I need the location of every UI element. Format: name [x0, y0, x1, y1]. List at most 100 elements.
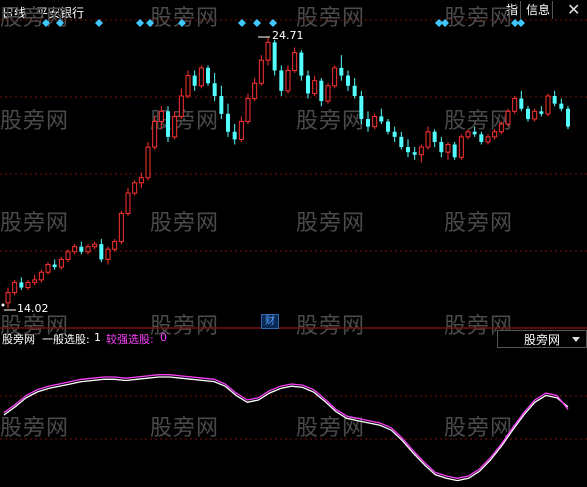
candle-down — [279, 70, 284, 91]
candle-down — [452, 144, 457, 158]
candle-down — [352, 85, 357, 96]
candle-up — [505, 110, 511, 125]
candle-up — [332, 67, 338, 87]
signal-diamond-icon — [238, 19, 246, 27]
candle-up — [258, 59, 264, 84]
candle-up — [138, 177, 144, 184]
candle-down — [379, 116, 384, 122]
candle-down — [166, 111, 170, 137]
candle-down — [306, 75, 310, 94]
candle-down — [566, 108, 570, 127]
candle-down — [346, 75, 350, 86]
candle-up — [45, 264, 51, 273]
candle-up — [532, 110, 538, 120]
candle-up — [292, 52, 298, 71]
candle-down — [192, 75, 197, 86]
signal-diamond-icon — [146, 19, 154, 27]
candle-down — [212, 83, 217, 96]
candle-up — [252, 82, 258, 100]
candle-up — [545, 95, 551, 115]
candle-down — [226, 113, 230, 132]
candle-up — [38, 271, 44, 281]
signal-diamond-icon — [56, 19, 64, 27]
line2-label: 较强选股: — [106, 333, 154, 346]
candle-down — [206, 67, 210, 84]
candle-up — [125, 192, 131, 214]
candle-down — [79, 246, 84, 252]
candle-down — [406, 147, 410, 153]
candle-up — [238, 121, 244, 140]
candle-down — [439, 141, 444, 153]
candle-up — [105, 248, 111, 260]
indicator-select[interactable]: 股旁网 — [497, 330, 587, 348]
candle-up — [245, 98, 251, 123]
candle-up — [112, 241, 118, 250]
candle-down — [432, 131, 437, 142]
candle-down — [272, 42, 277, 71]
candle-up — [492, 131, 498, 138]
indicator-select-value: 股旁网 — [524, 333, 561, 347]
candle-up — [25, 281, 31, 289]
indicator-name[interactable]: 股旁网 — [2, 331, 35, 347]
signal-markers — [42, 19, 525, 27]
candle-up — [65, 251, 71, 260]
candle-down — [339, 67, 344, 76]
candle-up — [178, 95, 184, 117]
finance-report-icon[interactable]: 财 — [261, 314, 279, 329]
candle-up — [58, 258, 64, 268]
signal-diamond-icon — [253, 19, 261, 27]
candle-down — [232, 131, 237, 140]
candle-down — [559, 103, 564, 109]
candle-up — [152, 121, 158, 148]
signal-diamond-icon — [441, 19, 449, 27]
candle-up — [5, 292, 11, 304]
candle-down — [552, 95, 557, 104]
signal-diamond-icon — [136, 19, 144, 27]
candle-up — [512, 98, 518, 112]
candle-up — [172, 115, 178, 138]
candle-up — [425, 131, 431, 148]
candle-up — [265, 41, 271, 61]
candle-down — [19, 282, 24, 288]
dot-marker — [1, 303, 5, 307]
candles-group — [5, 37, 570, 308]
chevron-down-icon — [572, 337, 580, 342]
candle-up — [12, 281, 18, 294]
indicator-chart[interactable] — [0, 349, 587, 487]
signal-diamond-icon — [42, 19, 50, 27]
candle-up — [92, 243, 98, 248]
candle-up — [132, 182, 138, 194]
candle-down — [519, 98, 524, 109]
candle-down — [392, 131, 397, 137]
candle-up — [285, 69, 291, 92]
line-strong-select — [3, 374, 569, 479]
candle-up — [325, 85, 331, 102]
line2-value: 0 — [160, 331, 167, 344]
candle-up — [118, 212, 124, 243]
candle-down — [299, 52, 304, 76]
line1-label: 一般选股: — [42, 333, 90, 346]
candle-down — [219, 95, 224, 114]
high-price-label: 24.71 — [272, 29, 304, 42]
candle-up — [465, 131, 471, 138]
candle-up — [458, 136, 464, 158]
candle-down — [52, 264, 57, 268]
candle-down — [99, 244, 104, 260]
candle-up — [185, 75, 191, 97]
signal-diamond-icon — [178, 19, 186, 27]
candlestick-chart[interactable] — [0, 0, 587, 330]
candle-up — [32, 279, 38, 283]
candle-down — [399, 136, 404, 148]
candle-up — [158, 110, 164, 123]
candle-up — [72, 246, 78, 253]
candle-down — [479, 134, 484, 142]
candle-up — [498, 123, 504, 133]
indicator-lines — [3, 374, 569, 482]
candle-up — [85, 246, 91, 253]
candle-down — [359, 95, 364, 119]
candle-down — [472, 131, 477, 135]
line1-value: 1 — [94, 331, 101, 344]
candle-down — [366, 118, 370, 127]
low-price-label: 14.02 — [17, 302, 49, 315]
candle-down — [539, 111, 544, 114]
